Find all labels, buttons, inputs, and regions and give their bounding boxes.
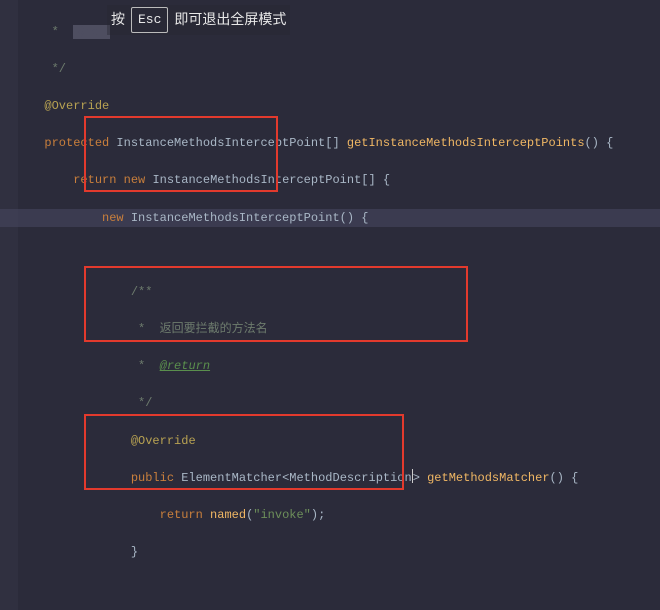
doc1-desc: 返回要拦截的方法名 — [160, 322, 268, 336]
override-annotation: @Override — [44, 99, 109, 113]
hint-suffix: 即可退出全屏模式 — [174, 9, 286, 31]
override-annotation: @Override — [131, 434, 196, 448]
method-getMethodsMatcher: getMethodsMatcher — [427, 471, 549, 485]
method-getInstanceMethodsInterceptPoints: getInstanceMethodsInterceptPoints — [347, 136, 585, 150]
obscured-text: @re… — [73, 25, 110, 39]
hint-key: Esc — [131, 7, 168, 33]
fullscreen-exit-hint: 按 Esc 即可退出全屏模式 — [107, 5, 290, 35]
doc1-return-tag: @return — [160, 359, 210, 373]
code-editor[interactable]: * @re… */ @Override protected InstanceMe… — [0, 0, 613, 610]
hint-prefix: 按 — [111, 9, 125, 31]
